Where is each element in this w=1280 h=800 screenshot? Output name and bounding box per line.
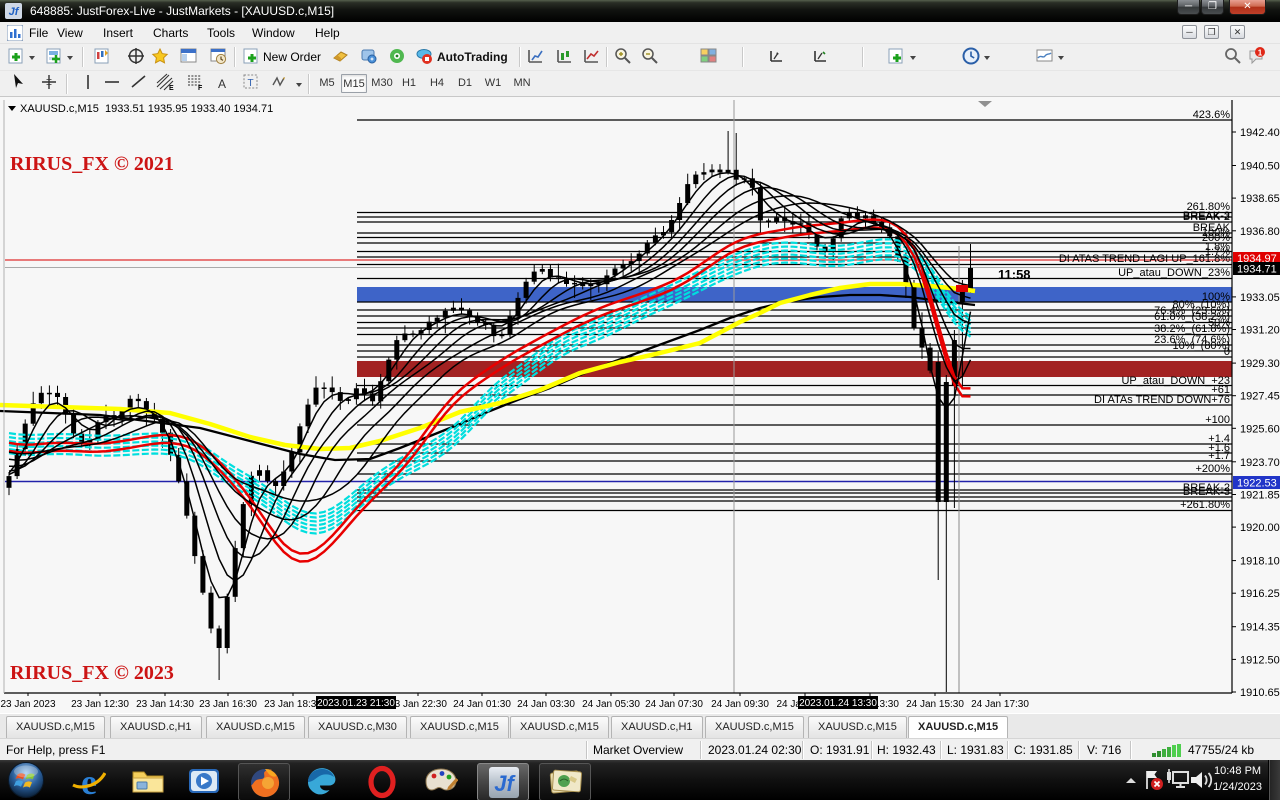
svg-text:Jf: Jf [9,6,20,18]
svg-text:24 Jan 17:30: 24 Jan 17:30 [971,699,1029,710]
svg-text:1916.25: 1916.25 [1240,588,1280,600]
svg-text:1: 1 [1258,49,1263,58]
svg-text:10%_(80%): 10%_(80%) [1173,340,1230,352]
svg-text:23 Jan 2023: 23 Jan 2023 [0,699,55,710]
svg-text:1934.71: 1934.71 [1237,264,1277,276]
svg-text:1931.20: 1931.20 [1240,325,1280,337]
svg-text:423.6%: 423.6% [1193,109,1231,121]
svg-text:DI ATAs TREND DOWN+76: DI ATAs TREND DOWN+76 [1094,394,1230,406]
svg-text:24 Jan 07:30: 24 Jan 07:30 [645,699,703,710]
svg-text:1912.50: 1912.50 [1240,654,1280,666]
svg-text:E: E [169,85,174,92]
svg-text:1927.45: 1927.45 [1240,391,1280,403]
svg-text:XAUUSD.c,M15 1933.51 1935.95: XAUUSD.c,M15 1933.51 1935.95 1933.40 193… [20,103,273,115]
svg-text:+100: +100 [1205,414,1230,426]
svg-text:UP_atau_DOWN_23%: UP_atau_DOWN_23% [1118,267,1230,279]
svg-text:+200%: +200% [1195,463,1230,475]
svg-text:1914.35: 1914.35 [1240,622,1280,634]
svg-text:23 Jan 12:30: 23 Jan 12:30 [71,699,129,710]
svg-text:23 Jan 18:30: 23 Jan 18:30 [264,699,322,710]
svg-text:11:58: 11:58 [998,267,1031,282]
svg-text:1929.30: 1929.30 [1240,358,1280,370]
svg-text:23 Jan 16:30: 23 Jan 16:30 [199,699,257,710]
svg-text:24 Jan 09:30: 24 Jan 09:30 [711,699,769,710]
svg-text:24 Jan 15:30: 24 Jan 15:30 [906,699,964,710]
svg-text:1925.60: 1925.60 [1240,423,1280,435]
svg-text:2023.01.23 21:30: 2023.01.23 21:30 [317,698,395,709]
svg-text:23 Jan 22:30: 23 Jan 22:30 [389,699,447,710]
svg-text:24 Jan 03:30: 24 Jan 03:30 [517,699,575,710]
svg-text:Jf: Jf [494,771,516,796]
svg-text:RIRUS_FX © 2023: RIRUS_FX © 2023 [10,662,174,684]
svg-text:1922.53: 1922.53 [1237,478,1277,490]
svg-text:BREAK-3: BREAK-3 [1183,486,1230,498]
svg-text:1942.40: 1942.40 [1240,127,1280,139]
svg-text:24 Jan 01:30: 24 Jan 01:30 [453,699,511,710]
svg-text:24 Jan 05:30: 24 Jan 05:30 [582,699,640,710]
svg-text:1938.65: 1938.65 [1240,193,1280,205]
svg-text:RIRUS_FX © 2021: RIRUS_FX © 2021 [10,153,174,175]
svg-text:0: 0 [1224,346,1230,358]
svg-text:2023.01.24 13:30: 2023.01.24 13:30 [799,698,877,709]
svg-text:F: F [198,85,203,92]
svg-text:T: T [247,78,253,89]
svg-text:1940.50: 1940.50 [1240,161,1280,173]
svg-text:1921.85: 1921.85 [1240,490,1280,502]
svg-text:1920.00: 1920.00 [1240,522,1280,534]
svg-text:23 Jan 14:30: 23 Jan 14:30 [136,699,194,710]
svg-text:1936.80: 1936.80 [1240,226,1280,238]
svg-text:1933.05: 1933.05 [1240,292,1280,304]
svg-text:DI ATAS TREND LAGI UP_161.8%: DI ATAS TREND LAGI UP_161.8% [1059,253,1230,265]
svg-text:+261.80%: +261.80% [1180,499,1230,511]
svg-text:1923.70: 1923.70 [1240,457,1280,469]
svg-text:1918.10: 1918.10 [1240,556,1280,568]
svg-text:+1.7: +1.7 [1208,450,1230,462]
svg-text:1910.65: 1910.65 [1240,687,1280,699]
